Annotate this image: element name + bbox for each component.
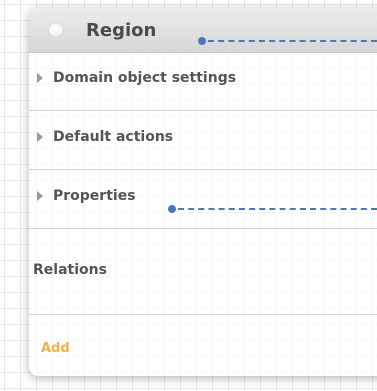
connector-handle[interactable] bbox=[198, 37, 206, 45]
section-properties[interactable]: Properties bbox=[29, 170, 377, 229]
connector-handle[interactable] bbox=[168, 205, 176, 213]
section-label: Properties bbox=[53, 188, 136, 204]
section-label: Default actions bbox=[53, 129, 174, 145]
connector-line[interactable] bbox=[208, 40, 377, 42]
section-default-actions[interactable]: Default actions bbox=[29, 111, 377, 170]
entity-card-region[interactable]: Region Domain object settings Default ac… bbox=[29, 8, 377, 376]
connector-line[interactable] bbox=[178, 208, 377, 210]
circle-icon bbox=[49, 23, 63, 37]
card-header[interactable]: Region bbox=[29, 8, 377, 53]
expand-arrow-icon[interactable] bbox=[37, 132, 43, 142]
card-title: Region bbox=[86, 20, 157, 41]
section-domain-object-settings[interactable]: Domain object settings bbox=[29, 52, 377, 111]
section-label: Domain object settings bbox=[53, 70, 237, 86]
expand-arrow-icon[interactable] bbox=[37, 191, 43, 201]
divider bbox=[29, 314, 377, 315]
expand-arrow-icon[interactable] bbox=[37, 73, 43, 83]
relations-heading: Relations bbox=[33, 262, 107, 278]
add-relation-link[interactable]: Add bbox=[41, 341, 70, 356]
